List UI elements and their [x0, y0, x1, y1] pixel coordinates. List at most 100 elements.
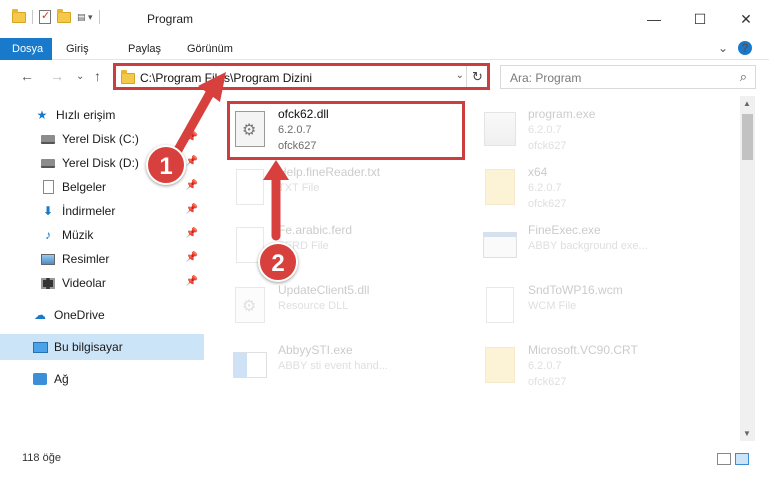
sidebar-item-quick-access[interactable]: ★ Hızlı erişim: [0, 103, 204, 127]
folder-icon: [480, 342, 520, 388]
scroll-up-icon[interactable]: ▲: [743, 99, 751, 108]
step-1-badge: 1: [146, 145, 186, 185]
new-folder-icon[interactable]: [57, 8, 71, 23]
file-highlight: [227, 101, 465, 160]
file-name: Fe.arabic.ferd: [278, 223, 353, 237]
file-item-help-txt[interactable]: Help.fineReader.txt TXT File: [230, 162, 470, 214]
file-version: 6.2.0.7: [528, 360, 562, 372]
sidebar-item-onedrive[interactable]: ☁ OneDrive: [0, 303, 204, 327]
sidebar-item-label: Videolar: [62, 276, 106, 290]
quick-access-toolbar: ▤ ▾: [12, 8, 100, 24]
cloud-icon: ☁: [34, 308, 46, 322]
pin-icon[interactable]: 📌: [186, 228, 198, 239]
pin-icon[interactable]: 📌: [186, 276, 198, 287]
file-type: TXT File: [278, 182, 320, 194]
tab-giris[interactable]: Giriş: [54, 38, 101, 60]
file-name: x64: [528, 165, 548, 179]
step-2-badge: 2: [258, 242, 298, 282]
sidebar-item-label: Ağ: [54, 372, 69, 386]
title-bar: ▤ ▾ Program — ☐ ✕: [0, 0, 769, 38]
expand-ribbon-icon[interactable]: ⌄: [718, 41, 728, 55]
sidebar-item-videolar[interactable]: Videolar 📌: [0, 271, 204, 295]
file-version: 6.2.0.7: [528, 182, 562, 194]
close-button[interactable]: ✕: [723, 0, 769, 38]
pin-icon[interactable]: 📌: [186, 132, 198, 143]
music-icon: ♪: [45, 228, 51, 242]
picture-icon: [40, 251, 56, 267]
file-name: Help.fineReader.txt: [278, 165, 381, 179]
up-icon[interactable]: ↑: [94, 68, 101, 84]
back-icon[interactable]: ←: [20, 68, 34, 84]
status-bar: 118 öğe: [0, 445, 769, 475]
file-item-x64[interactable]: x64 6.2.0.7 ofck627: [480, 162, 720, 214]
view-switcher: [717, 453, 749, 465]
sidebar-item-label: Hızlı erişim: [56, 108, 116, 122]
file-type: Resource DLL: [278, 300, 349, 312]
pin-icon[interactable]: 📌: [186, 156, 198, 167]
file-item-abbyysti-exe[interactable]: AbbyySTI.exe ABBY sti event hand...: [230, 340, 470, 392]
details-view-icon[interactable]: [717, 453, 731, 465]
sidebar-item-label: Yerel Disk (D:): [62, 156, 139, 170]
sidebar-item-resimler[interactable]: Resimler 📌: [0, 247, 204, 271]
file-item-program-exe[interactable]: program.exe 6.2.0.7 ofck627: [480, 104, 720, 156]
customize-toolbar-icon[interactable]: ▤ ▾: [77, 12, 93, 23]
tiles-view-icon[interactable]: [735, 453, 749, 465]
computer-icon: [32, 339, 48, 355]
tab-paylas[interactable]: Paylaş: [116, 38, 173, 60]
exe-icon: [230, 342, 270, 388]
file-item-fineexec-exe[interactable]: FineExec.exe ABBY background exe...: [480, 220, 720, 272]
disk-icon: [40, 155, 56, 171]
file-item-updateclient-dll[interactable]: UpdateClient5.dll Resource DLL: [230, 280, 470, 332]
disk-icon: [40, 131, 56, 147]
address-bar-highlight: [113, 63, 490, 90]
item-count: 118 öğe: [22, 452, 61, 464]
search-placeholder: Ara: Program: [510, 71, 582, 85]
search-input[interactable]: Ara: Program ⌕: [500, 65, 756, 89]
tab-dosya[interactable]: Dosya: [0, 38, 52, 60]
vertical-scrollbar[interactable]: ▲ ▼: [740, 96, 755, 441]
sidebar-item-this-pc[interactable]: Bu bilgisayar: [0, 334, 204, 360]
help-icon[interactable]: ?: [738, 41, 752, 55]
pin-icon[interactable]: 📌: [186, 252, 198, 263]
sidebar-item-muzik[interactable]: ♪ Müzik 📌: [0, 223, 204, 247]
minimize-button[interactable]: —: [631, 0, 677, 38]
download-icon: ⬇: [42, 204, 54, 218]
folder-icon: [480, 164, 520, 210]
forward-icon[interactable]: →: [50, 68, 64, 84]
file-type: ABBY background exe...: [528, 240, 648, 252]
recent-locations-icon[interactable]: ⌄: [76, 71, 84, 82]
program-icon: [480, 106, 520, 152]
file-item-sndtowp-wcm[interactable]: SndToWP16.wcm WCM File: [480, 280, 720, 332]
scrollbar-thumb[interactable]: [742, 114, 753, 160]
video-icon: [40, 275, 56, 291]
sidebar-item-indirmeler[interactable]: ⬇ İndirmeler 📌: [0, 199, 204, 223]
file-name: FineExec.exe: [528, 223, 601, 237]
ribbon-tabs: Dosya Giriş Paylaş Görünüm ⌄ ?: [0, 38, 769, 60]
file-description: ofck627: [528, 198, 567, 210]
scroll-down-icon[interactable]: ▼: [743, 429, 751, 438]
window-title: Program: [147, 12, 194, 26]
pin-icon[interactable]: 📌: [186, 180, 198, 191]
text-file-icon: [480, 282, 520, 328]
sidebar-item-network[interactable]: Ağ: [0, 367, 204, 391]
file-name: AbbyySTI.exe: [278, 343, 353, 357]
file-name: Microsoft.VC90.CRT: [528, 343, 638, 357]
sidebar-item-label: Bu bilgisayar: [54, 340, 123, 354]
file-type: ABBY sti event hand...: [278, 360, 388, 372]
file-name: UpdateClient5.dll: [278, 283, 370, 297]
file-name: SndToWP16.wcm: [528, 283, 623, 297]
sidebar-item-label: OneDrive: [54, 308, 105, 322]
file-description: ofck627: [528, 140, 567, 152]
properties-icon[interactable]: [39, 9, 51, 24]
maximize-button[interactable]: ☐: [677, 0, 723, 38]
minimize-icon: —: [647, 11, 661, 27]
file-description: ofck627: [528, 376, 567, 388]
sidebar-item-label: İndirmeler: [62, 204, 116, 218]
pin-icon[interactable]: 📌: [186, 204, 198, 215]
tab-gorunum[interactable]: Görünüm: [175, 38, 245, 60]
search-icon: ⌕: [739, 69, 747, 84]
close-icon: ✕: [740, 10, 752, 27]
file-item-vc90-crt[interactable]: Microsoft.VC90.CRT 6.2.0.7 ofck627: [480, 340, 720, 392]
maximize-icon: ☐: [693, 10, 707, 27]
dll-icon: [230, 282, 270, 328]
